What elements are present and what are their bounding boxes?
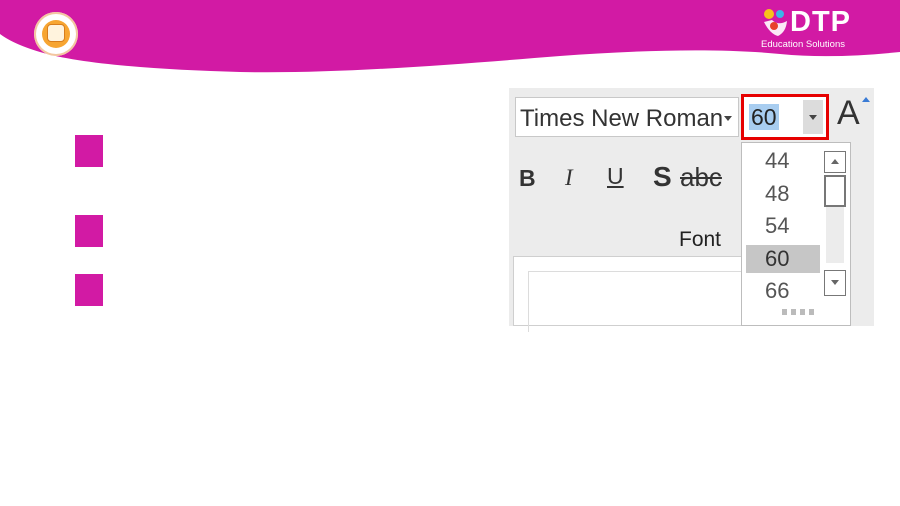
bold-button[interactable]: B (519, 165, 536, 192)
brand-mark-icon (764, 9, 787, 36)
strikethrough-button[interactable]: abc (680, 162, 722, 193)
font-size-option-selected[interactable]: 60 (746, 245, 820, 273)
underline-button[interactable]: U (607, 163, 624, 190)
arrow-up-icon (831, 159, 839, 164)
shadow-button[interactable]: S (653, 161, 672, 193)
font-size-dropdown-list: 44 48 54 60 66 (741, 142, 851, 326)
scroll-up-button[interactable] (824, 151, 846, 173)
bullet-marker (75, 274, 103, 306)
arrow-down-icon (831, 280, 839, 285)
chevron-down-icon[interactable] (724, 116, 732, 121)
document-area (513, 256, 751, 332)
font-name-combobox[interactable]: Times New Roman (515, 97, 739, 137)
grow-font-button[interactable]: A (837, 94, 860, 133)
chevron-down-icon (809, 115, 817, 120)
font-size-option[interactable]: 44 (746, 147, 820, 175)
font-size-option[interactable]: 54 (746, 212, 820, 240)
font-size-value[interactable]: 60 (749, 104, 779, 130)
scrollbar-thumb[interactable] (824, 175, 846, 207)
bullet-marker (75, 135, 103, 167)
school-logo-icon (34, 12, 78, 56)
italic-button[interactable]: I (565, 165, 573, 191)
caret-up-icon (862, 97, 870, 102)
font-size-combobox[interactable]: 60 (741, 94, 829, 140)
brand-name: DTP (790, 6, 851, 38)
scroll-down-button[interactable] (824, 270, 846, 296)
scrollbar-track[interactable] (826, 207, 844, 263)
bullet-marker (75, 215, 103, 247)
brand-subtitle: Education Solutions (761, 39, 845, 50)
dtp-brand-logo: DTP Education Solutions (760, 4, 870, 52)
font-group-label: Font (679, 228, 722, 251)
document-page (528, 271, 751, 332)
font-size-option[interactable]: 66 (746, 277, 820, 305)
resize-grip-icon[interactable] (782, 309, 814, 315)
font-group-panel: Times New Roman 60 A B I U S abc Font 44… (509, 88, 874, 332)
font-name-value: Times New Roman (520, 105, 724, 132)
font-size-option[interactable]: 48 (746, 180, 820, 208)
font-size-dropdown-button[interactable] (803, 100, 823, 134)
